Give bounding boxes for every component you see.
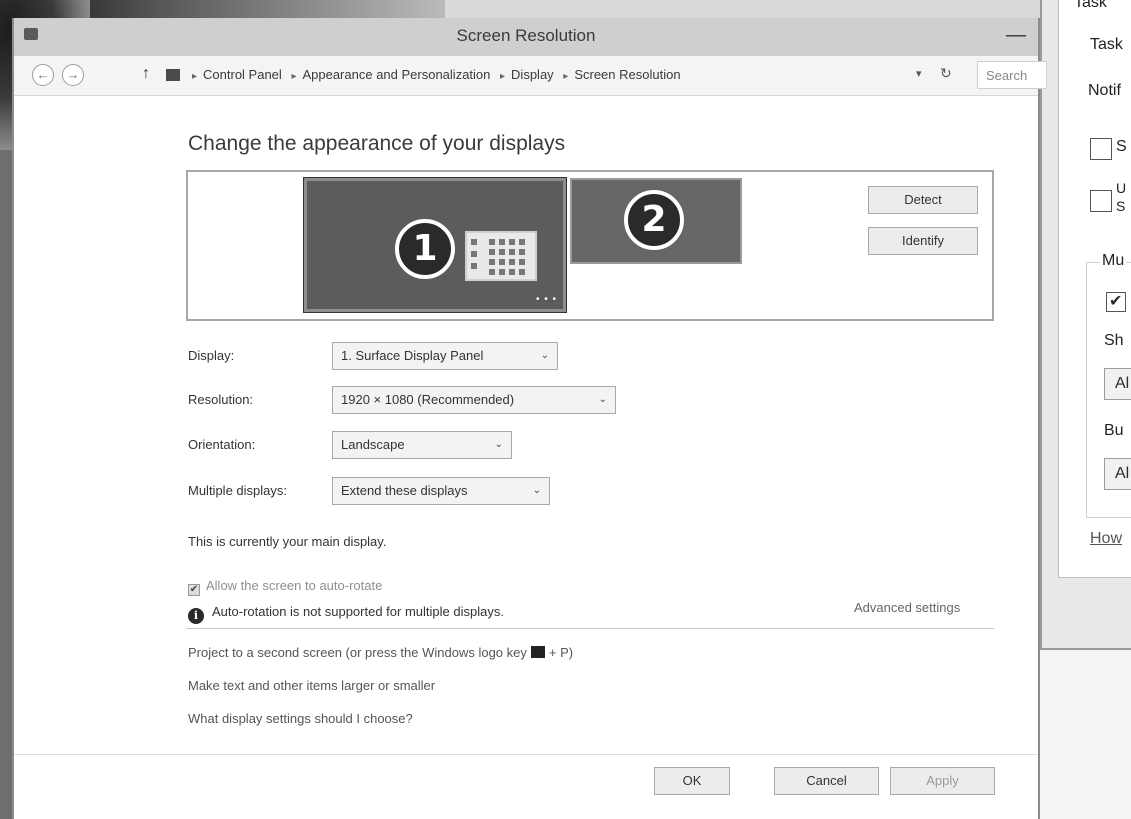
bg-checkbox-2[interactable] bbox=[1090, 190, 1112, 212]
ok-button[interactable]: OK bbox=[654, 767, 730, 795]
screen-resolution-window: Screen Resolution — ← → ↑ ▸ Control Panel… bbox=[12, 18, 1047, 819]
breadcrumb-control-panel[interactable]: Control Panel bbox=[203, 67, 282, 82]
bg-text-mu: Mu bbox=[1100, 252, 1127, 270]
auto-rotation-note: i Auto-rotation is not supported for mult… bbox=[188, 604, 504, 624]
breadcrumb-display[interactable]: Display bbox=[511, 67, 554, 82]
monitor-1-number-badge: 1 bbox=[395, 219, 455, 279]
bg-text-notif: Notif bbox=[1088, 82, 1121, 99]
resolution-label: Resolution: bbox=[188, 392, 254, 407]
orientation-label: Orientation: bbox=[188, 437, 256, 452]
back-button[interactable]: ← bbox=[32, 64, 54, 86]
bg-text-bu: Bu bbox=[1104, 422, 1124, 439]
project-second-screen-link[interactable]: Project to a second screen (or press the… bbox=[188, 645, 573, 660]
breadcrumb: ▸ Control Panel ▸ Appearance and Personali… bbox=[192, 67, 681, 82]
bg-text-u: U bbox=[1116, 180, 1127, 196]
auto-rotate-option: ✔ Allow the screen to auto-rotate bbox=[188, 578, 382, 596]
title-bar[interactable]: Screen Resolution — bbox=[14, 18, 1038, 56]
desktop-area bbox=[1040, 650, 1131, 819]
bg-select-1[interactable]: Al bbox=[1104, 368, 1131, 400]
detect-button[interactable]: Detect bbox=[868, 186, 978, 214]
info-icon: i bbox=[188, 608, 204, 624]
advanced-settings-link[interactable]: Advanced settings bbox=[854, 600, 960, 615]
divider bbox=[186, 628, 994, 629]
auto-rotate-label: Allow the screen to auto-rotate bbox=[206, 578, 383, 593]
orientation-select[interactable]: Landscape ⌄ bbox=[332, 431, 512, 459]
windows-logo-icon bbox=[530, 646, 545, 658]
search-input[interactable]: Search bbox=[977, 61, 1047, 89]
main-display-status: This is currently your main display. bbox=[188, 534, 387, 549]
breadcrumb-screen-resolution[interactable]: Screen Resolution bbox=[574, 67, 680, 82]
display-label: Display: bbox=[188, 348, 235, 363]
footer-divider bbox=[14, 754, 1038, 755]
page-heading: Change the appearance of your displays bbox=[188, 132, 566, 155]
text-size-link[interactable]: Make text and other items larger or smal… bbox=[188, 678, 435, 693]
refresh-icon[interactable]: ↻ bbox=[940, 65, 952, 82]
bg-checkbox-1[interactable] bbox=[1090, 138, 1112, 160]
apply-button[interactable]: Apply bbox=[890, 767, 995, 795]
monitor-2-number-badge: 2 bbox=[624, 190, 684, 250]
bg-checkbox-checked[interactable]: ✔ bbox=[1106, 292, 1126, 312]
bg-link-how[interactable]: How bbox=[1090, 530, 1122, 548]
up-arrow-icon[interactable]: ↑ bbox=[142, 65, 150, 83]
keypad-icon bbox=[465, 231, 537, 281]
bg-select-2[interactable]: Al bbox=[1104, 458, 1131, 490]
window-title: Screen Resolution bbox=[456, 26, 596, 45]
cancel-button[interactable]: Cancel bbox=[774, 767, 879, 795]
bg-text-s2: S bbox=[1116, 198, 1126, 214]
display-select[interactable]: 1. Surface Display Panel ⌄ bbox=[332, 342, 558, 370]
auto-rotate-checkbox: ✔ bbox=[188, 584, 200, 596]
breadcrumb-appearance[interactable]: Appearance and Personalization bbox=[302, 67, 490, 82]
monitor-1-dots: • • • bbox=[535, 294, 557, 305]
bg-text-s: S bbox=[1116, 138, 1127, 155]
bg-text-sh: Sh bbox=[1104, 332, 1124, 349]
resolution-select[interactable]: 1920 × 1080 (Recommended) ⌄ bbox=[332, 386, 616, 414]
monitor-2[interactable]: 2 bbox=[570, 178, 742, 264]
multiple-displays-label: Multiple displays: bbox=[188, 483, 287, 498]
minimize-button[interactable]: — bbox=[1006, 24, 1026, 47]
monitor-1[interactable]: 1 • • • bbox=[304, 178, 566, 312]
address-bar: ← → ↑ ▸ Control Panel ▸ Appearance and Per… bbox=[14, 56, 1047, 96]
control-panel-icon bbox=[166, 69, 180, 81]
identify-button[interactable]: Identify bbox=[868, 227, 978, 255]
address-dropdown-icon[interactable]: ▾ bbox=[916, 67, 922, 80]
multiple-displays-select[interactable]: Extend these displays ⌄ bbox=[332, 477, 550, 505]
bg-text-task-1: Task bbox=[1074, 0, 1107, 11]
which-settings-link[interactable]: What display settings should I choose? bbox=[188, 711, 413, 726]
forward-button[interactable]: → bbox=[62, 64, 84, 86]
bg-text-task-2: Task bbox=[1090, 36, 1123, 53]
